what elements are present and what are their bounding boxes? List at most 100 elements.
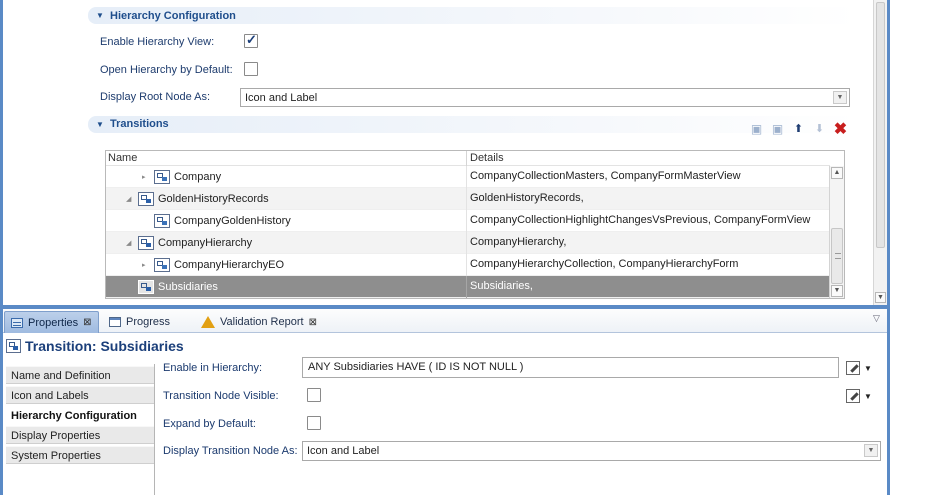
tab-validation-report[interactable]: Validation Report ⊠ [195, 311, 323, 333]
editor-scroll-thumb[interactable] [876, 2, 885, 248]
cell-divider [466, 276, 467, 298]
scroll-down-icon[interactable]: ▼ [831, 285, 843, 297]
expand-by-default-checkbox[interactable] [307, 416, 321, 430]
enable-in-hierarchy-label: Enable in Hierarchy: [163, 362, 263, 374]
sidebar-item-display-properties[interactable]: Display Properties [6, 426, 154, 444]
expression-editor-button[interactable]: ▼ [846, 389, 872, 403]
table-row[interactable]: ◢ CompanyHierarchy CompanyHierarchy, [106, 232, 830, 254]
edit-expression-icon[interactable] [846, 389, 860, 403]
tree-header: Name Details [106, 151, 830, 166]
enable-in-hierarchy-input[interactable]: ANY Subsidiaries HAVE ( ID IS NOT NULL ) [302, 357, 839, 378]
open-hierarchy-checkbox[interactable] [244, 62, 258, 76]
row-details: CompanyHierarchyCollection, CompanyHiera… [470, 258, 739, 270]
edit-transition-icon[interactable]: ▣ [769, 120, 786, 137]
display-transition-node-value: Icon and Label [307, 445, 380, 457]
column-header-details[interactable]: Details [470, 152, 504, 164]
root-node-select[interactable]: Icon and Label ▼ [240, 88, 850, 107]
move-down-icon[interactable]: ⬇ [811, 120, 828, 137]
transition-icon [138, 236, 154, 250]
table-row-selected[interactable]: Subsidiaries Subsidiaries, [106, 276, 830, 298]
delete-icon[interactable]: ✖ [832, 120, 849, 138]
enable-in-hierarchy-value: ANY Subsidiaries HAVE ( ID IS NOT NULL ) [308, 361, 524, 373]
close-icon[interactable]: ⊠ [309, 317, 317, 328]
tree-scroll-thumb[interactable] [831, 228, 843, 284]
entity-icon [154, 214, 170, 228]
entity-icon [154, 258, 170, 272]
cell-divider [466, 188, 467, 210]
tab-label: Validation Report [220, 316, 304, 328]
transition-icon [6, 339, 21, 353]
grip-icon [835, 253, 841, 259]
section-collapse-icon[interactable]: ▼ [96, 120, 104, 129]
table-row[interactable]: ▸ Company CompanyCollectionMasters, Compa… [106, 166, 830, 188]
enable-hierarchy-checkbox[interactable]: ✓ [244, 32, 258, 48]
tree-vertical-scrollbar[interactable]: ▲ ▼ [829, 166, 844, 298]
row-name: CompanyGoldenHistory [174, 215, 291, 227]
properties-title: Transition: Subsidiaries [6, 338, 184, 354]
editor-vertical-scrollbar[interactable]: ▼ [873, 0, 887, 305]
tab-properties[interactable]: Properties ⊠ [4, 311, 99, 333]
chevron-down-icon[interactable]: ▼ [864, 392, 872, 401]
chevron-down-icon[interactable]: ▼ [864, 444, 878, 457]
display-transition-node-select[interactable]: Icon and Label ▼ [302, 441, 881, 461]
row-details: CompanyHierarchy, [470, 236, 567, 248]
transitions-section-title: Transitions [110, 118, 169, 130]
root-node-value: Icon and Label [245, 92, 318, 104]
chevron-down-icon[interactable]: ▼ [864, 364, 872, 373]
display-transition-node-label: Display Transition Node As: [163, 445, 298, 457]
hierarchy-section-title: Hierarchy Configuration [110, 10, 236, 22]
properties-icon [11, 317, 23, 328]
close-icon[interactable]: ⊠ [83, 317, 91, 328]
expand-arrow-icon[interactable]: ▸ [142, 261, 150, 269]
cell-divider [466, 254, 467, 276]
edit-expression-icon[interactable] [846, 361, 860, 375]
tab-progress[interactable]: Progress [103, 311, 176, 333]
collapse-arrow-icon[interactable]: ◢ [126, 195, 134, 203]
checkmark-icon: ✓ [246, 32, 257, 47]
transition-node-visible-checkbox[interactable] [307, 388, 321, 402]
row-details: CompanyCollectionMasters, CompanyFormMas… [470, 170, 741, 182]
view-tab-bar: Properties ⊠ Progress Validation Report … [3, 309, 887, 333]
row-details: CompanyCollectionHighlightChangesVsPrevi… [470, 214, 811, 226]
sidebar-item-system-properties[interactable]: System Properties [6, 446, 154, 464]
section-collapse-icon[interactable]: ▼ [96, 11, 104, 20]
scroll-down-icon[interactable]: ▼ [875, 292, 886, 303]
column-divider[interactable] [466, 151, 467, 166]
row-name: Subsidiaries [158, 281, 218, 293]
root-node-label: Display Root Node As: [100, 91, 211, 103]
move-up-icon[interactable]: ⬆ [790, 120, 807, 137]
table-row[interactable]: ◢ GoldenHistoryRecords GoldenHistoryRecor… [106, 188, 830, 210]
column-header-name[interactable]: Name [108, 152, 137, 164]
chevron-down-icon[interactable]: ▼ [833, 91, 847, 104]
sidebar-item-icon-and-labels[interactable]: Icon and Labels [6, 386, 154, 404]
tab-label: Properties [28, 316, 79, 329]
cell-divider [466, 210, 467, 232]
table-row[interactable]: ▸ CompanyHierarchyEO CompanyHierarchyColl… [106, 254, 830, 276]
transitions-tree-table: Name Details ▸ Company CompanyCollectionM… [105, 150, 845, 299]
open-hierarchy-label: Open Hierarchy by Default: [100, 64, 233, 76]
transitions-toolbar: ▣ ▣ ⬆ ⬇ ✖ [748, 120, 849, 138]
view-menu-icon[interactable]: ▽ [873, 313, 880, 324]
table-row[interactable]: CompanyGoldenHistory CompanyCollectionHi… [106, 210, 830, 232]
progress-icon [109, 317, 121, 327]
cell-divider [466, 166, 467, 188]
expand-by-default-label: Expand by Default: [163, 418, 256, 430]
sidebar-item-hierarchy-configuration[interactable]: Hierarchy Configuration [6, 406, 154, 424]
add-transition-icon[interactable]: ▣ [748, 120, 765, 137]
expression-editor-button[interactable]: ▼ [846, 361, 872, 375]
sidebar-item-name-and-definition[interactable]: Name and Definition [6, 366, 154, 384]
expand-arrow-icon[interactable]: ▸ [142, 173, 150, 181]
transition-icon [138, 192, 154, 206]
entity-icon [154, 170, 170, 184]
row-details: Subsidiaries, [470, 280, 533, 292]
row-name: CompanyHierarchy [158, 237, 253, 249]
collapse-arrow-icon[interactable]: ◢ [126, 239, 134, 247]
properties-title-text: Transition: Subsidiaries [25, 338, 184, 354]
cell-divider [466, 232, 467, 254]
transitions-section-header[interactable] [88, 116, 858, 133]
row-details: GoldenHistoryRecords, [470, 192, 584, 204]
scroll-up-icon[interactable]: ▲ [831, 167, 843, 179]
row-name: Company [174, 171, 222, 183]
properties-sidebar: Name and Definition Icon and Labels Hier… [3, 364, 155, 495]
tab-label: Progress [126, 316, 171, 328]
